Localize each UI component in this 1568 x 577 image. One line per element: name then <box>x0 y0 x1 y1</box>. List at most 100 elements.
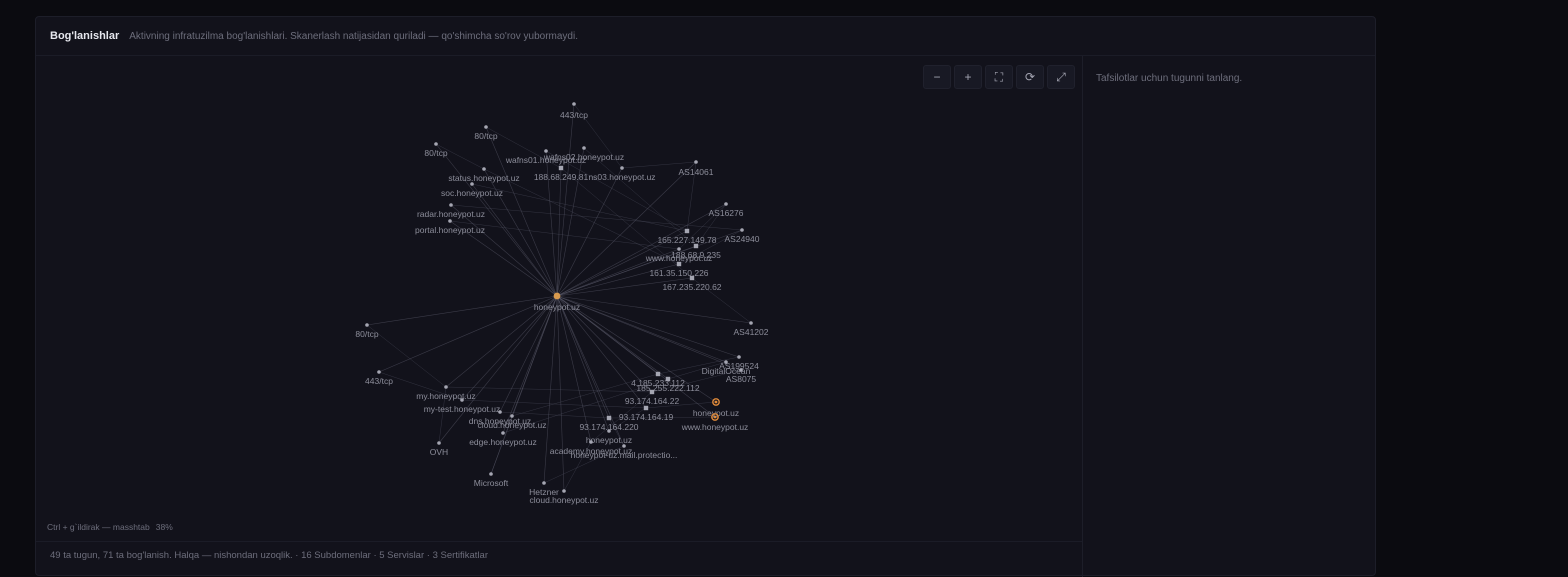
graph-node[interactable]: 443/tcp <box>560 102 588 120</box>
graph-edge <box>471 183 558 297</box>
graph-node-marker <box>542 481 546 485</box>
graph-node-label: AS16276 <box>709 208 744 218</box>
graph-node[interactable]: AS41202 <box>734 321 769 337</box>
graph-node-core <box>713 415 717 419</box>
fullscreen-button[interactable]: ⤢ <box>1047 65 1075 89</box>
graph-node-marker <box>444 385 448 389</box>
zoom-hint: Ctrl + g`ildirak — masshtab 38% <box>47 522 179 532</box>
graph-node[interactable]: AS14061 <box>679 160 714 177</box>
graph-node[interactable]: portal.honeypot.uz <box>415 219 485 235</box>
graph-toolbar: − + ⛶ ⟳ ⤢ <box>923 65 1075 89</box>
graph-node-label: portal.honeypot.uz <box>415 225 485 235</box>
graph-node-label: 93.174.164.22 <box>625 396 680 406</box>
graph-node[interactable]: edge.honeypot.uz <box>469 431 537 447</box>
graph-node-marker <box>694 160 698 164</box>
graph-node[interactable]: wafns02.honeypot.uz <box>543 146 624 162</box>
graph-node-label: soc.honeypot.uz <box>441 188 503 198</box>
graph-node-label: honeypot.uz <box>586 435 632 445</box>
graph-node-marker <box>649 389 655 395</box>
graph-node[interactable]: 167.235.220.62 <box>662 275 722 292</box>
graph-node-label: AS41202 <box>734 327 769 337</box>
graph-node-label: academy.honeypot.uz <box>550 446 633 456</box>
graph-node-marker <box>448 219 452 223</box>
graph-node[interactable]: ns03.honeypot.uz <box>588 166 656 182</box>
graph-node-label: 185.255.222.112 <box>636 383 699 393</box>
graph-node[interactable]: 80/tcp <box>474 125 498 141</box>
graph-node[interactable]: honeypot.uz <box>693 398 739 418</box>
graph-node-marker <box>737 355 741 359</box>
graph-edge <box>483 168 680 265</box>
zoom-level: 38% <box>155 522 173 532</box>
graph-node[interactable]: AS24940 <box>725 228 760 244</box>
zoom-out-button[interactable]: − <box>923 65 951 89</box>
graph-node-label: wafns02.honeypot.uz <box>543 152 624 162</box>
zoom-in-button[interactable]: + <box>954 65 982 89</box>
graph-node[interactable]: 80/tcp <box>355 323 379 339</box>
graph-node-label: my.honeypot.uz <box>416 391 475 401</box>
graph-node[interactable]: Microsoft <box>474 472 509 488</box>
graph-node-marker <box>689 275 695 281</box>
graph-node-marker <box>676 261 682 267</box>
graph-node-label: my-test.honeypot.uz <box>424 404 501 414</box>
graph-center-label: honeypot.uz <box>534 302 580 312</box>
plus-icon: + <box>964 70 972 84</box>
graph-edge <box>471 183 688 232</box>
reset-layout-button[interactable]: ⟳ <box>1016 65 1044 89</box>
graph-node-label: radar.honeypot.uz <box>417 209 485 219</box>
graph-edge <box>556 295 740 358</box>
graph-node[interactable]: 188.68.9.235 <box>671 243 721 260</box>
panel-title: Bog'lanishlar <box>50 30 120 42</box>
graph-node-marker <box>377 370 381 374</box>
graph-node[interactable]: 161.35.150.226 <box>649 261 709 278</box>
graph-node-label: ns03.honeypot.uz <box>588 172 655 182</box>
graph-node-core <box>714 400 718 404</box>
graph-node[interactable]: 93.174.164.19 <box>619 405 674 422</box>
graph-edge <box>556 295 742 371</box>
graph-node-marker <box>607 429 611 433</box>
graph-node[interactable]: soc.honeypot.uz <box>441 182 503 198</box>
panel-header: Bog'lanishlar Aktivning infratuzilma bog… <box>36 17 1375 56</box>
graph-canvas[interactable]: 443/tcp 80/tcp 80/tcp wafns01.honeypot.uz wa… <box>36 56 1082 541</box>
graph-node-marker <box>365 323 369 327</box>
graph-edge <box>435 143 558 297</box>
graph-node-label: Microsoft <box>474 478 509 488</box>
graph-edge <box>499 295 558 413</box>
graph-node-marker <box>582 146 586 150</box>
graph-node[interactable]: 80/tcp <box>424 142 448 158</box>
graph-node[interactable]: status.honeypot.uz <box>448 167 520 183</box>
graph-node-label: AS14061 <box>679 167 714 177</box>
graph-node-marker <box>460 398 464 402</box>
graph-node-marker <box>437 441 441 445</box>
graph-node[interactable]: 165.227.149.78 <box>657 228 717 245</box>
graph-svg[interactable]: 443/tcp80/tcp80/tcpwafns01.honeypot.uzwa… <box>36 56 1082 541</box>
graph-node-label: 167.235.220.62 <box>662 282 721 292</box>
graph-node-marker <box>693 243 699 249</box>
details-pane: Tafsilotlar uchun tugunni tanlang. <box>1083 56 1375 577</box>
graph-node-marker <box>643 405 649 411</box>
graph-node[interactable]: OVH <box>430 441 448 457</box>
graph-node-label: AS8075 <box>726 374 757 384</box>
graph-node-marker <box>470 182 474 186</box>
graph-node-marker <box>484 125 488 129</box>
graph-node-label: 80/tcp <box>424 148 447 158</box>
graph-node-marker <box>665 376 671 382</box>
graph-node-label: cloud.honeypot.uz <box>478 420 547 430</box>
graph-node-marker <box>510 414 514 418</box>
graph-node-label: 161.35.150.226 <box>649 268 708 278</box>
graph-node[interactable]: 443/tcp <box>365 370 393 386</box>
graph-center-node[interactable]: honeypot.uz <box>534 292 580 312</box>
refresh-icon: ⟳ <box>1024 70 1036 84</box>
graph-node-marker <box>449 203 453 207</box>
fit-view-button[interactable]: ⛶ <box>985 65 1013 89</box>
graph-node-marker <box>684 228 690 234</box>
graph-node-marker <box>740 228 744 232</box>
graph-node-marker <box>501 431 505 435</box>
graph-node-marker <box>724 360 728 364</box>
graph-node-label: 80/tcp <box>474 131 497 141</box>
graph-node-marker <box>606 415 612 421</box>
details-placeholder: Tafsilotlar uchun tugunni tanlang. <box>1096 73 1243 84</box>
graph-node[interactable]: radar.honeypot.uz <box>417 203 485 219</box>
graph-summary: 49 ta tugun, 71 ta bog'lanish. Halqa — n… <box>36 541 1082 577</box>
graph-node[interactable]: AS16276 <box>709 202 744 218</box>
graph-node-label: 443/tcp <box>560 110 588 120</box>
